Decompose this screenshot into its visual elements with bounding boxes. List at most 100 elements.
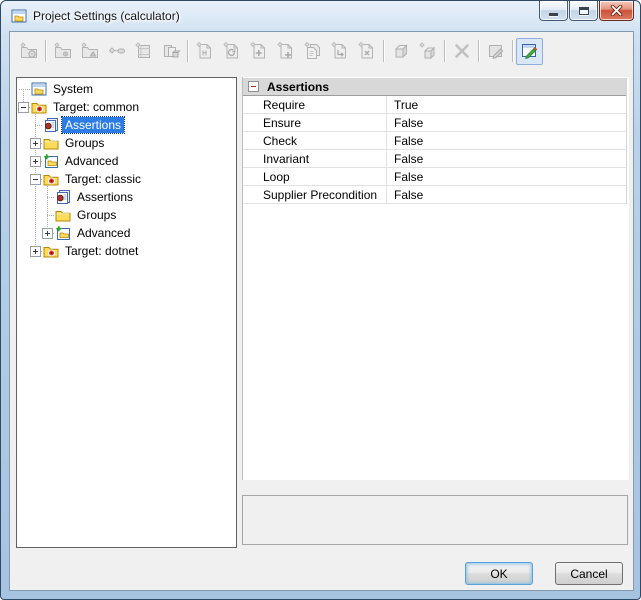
property-value[interactable]: False	[387, 168, 626, 185]
toolbar-divider	[187, 40, 188, 62]
property-name: Invariant	[243, 150, 387, 167]
tree-item-label: Groups	[62, 135, 107, 151]
tree-item-label: Advanced	[74, 225, 133, 241]
tree-item-system[interactable]: System	[17, 80, 236, 98]
property-name: Require	[243, 96, 387, 113]
section-title: Assertions	[267, 80, 329, 94]
document-insert-icon[interactable]	[272, 38, 299, 65]
tree-item-target-classic[interactable]: Target: classic	[17, 170, 236, 188]
tree-item-advanced-classic[interactable]: Advanced	[17, 224, 236, 242]
folder-media-icon[interactable]	[76, 38, 103, 65]
tree-item-target-common[interactable]: Target: common	[17, 98, 236, 116]
document-h-icon[interactable]	[191, 38, 218, 65]
window-icon	[11, 8, 27, 24]
system-icon	[31, 81, 47, 97]
property-value[interactable]: False	[387, 150, 626, 167]
document-remove-icon[interactable]	[353, 38, 380, 65]
tree-item-groups-classic[interactable]: Groups	[17, 206, 236, 224]
expand-expander[interactable]	[30, 156, 41, 167]
property-name: Ensure	[243, 114, 387, 131]
tree-item-label: Assertions	[62, 117, 124, 133]
tree-item-assertions-classic[interactable]: Assertions	[17, 188, 236, 206]
target-folder-icon	[31, 99, 47, 115]
folder-add-icon[interactable]	[49, 38, 76, 65]
maximize-icon	[579, 7, 589, 15]
collapse-expander[interactable]	[30, 174, 41, 185]
titlebar[interactable]: Project Settings (calculator)	[1, 1, 640, 31]
maximize-button[interactable]	[569, 1, 598, 21]
property-value[interactable]: True	[387, 96, 626, 113]
window-title: Project Settings (calculator)	[33, 9, 180, 23]
tree-item-label: System	[50, 81, 96, 97]
advanced-icon	[43, 153, 59, 169]
property-row[interactable]: Check False	[243, 132, 626, 150]
document-refresh-icon[interactable]	[218, 38, 245, 65]
ok-button-label: OK	[490, 567, 507, 581]
libraries-cube-icon[interactable]	[157, 38, 184, 65]
ok-button[interactable]: OK	[465, 562, 533, 585]
minimize-icon	[549, 13, 558, 16]
folder-icon	[43, 135, 59, 151]
toolbar-divider	[478, 40, 479, 62]
assertions-icon	[43, 117, 59, 133]
tree-item-label: Target: common	[50, 99, 142, 115]
document-import-icon[interactable]	[326, 38, 353, 65]
document-add-icon[interactable]	[245, 38, 272, 65]
property-grid: Assertions Require True Ensure False Che…	[243, 78, 627, 204]
tree-item-label: Assertions	[74, 189, 136, 205]
property-row[interactable]: Require True	[243, 96, 626, 114]
cluster-cube-icon[interactable]	[387, 38, 414, 65]
toolbar-divider	[45, 40, 46, 62]
folder-icon	[55, 207, 71, 223]
property-row[interactable]: Loop False	[243, 168, 626, 186]
settings-tree[interactable]: System Target: common Assertions Groups	[16, 77, 237, 548]
property-row[interactable]: Invariant False	[243, 150, 626, 168]
tree-item-label: Advanced	[62, 153, 121, 169]
dialog-client-area: System Target: common Assertions Groups	[9, 31, 634, 591]
toolbar-divider	[383, 40, 384, 62]
tree-item-target-dotnet[interactable]: Target: dotnet	[17, 242, 236, 260]
cancel-button-label: Cancel	[570, 567, 607, 581]
property-row[interactable]: Supplier Precondition False	[243, 186, 626, 204]
tree-item-advanced-common[interactable]: Advanced	[17, 152, 236, 170]
expand-expander[interactable]	[30, 246, 41, 257]
toolbar-divider	[512, 40, 513, 62]
close-button[interactable]	[599, 1, 634, 21]
library-icon[interactable]	[130, 38, 157, 65]
toolbar	[10, 32, 633, 70]
minimize-button[interactable]	[539, 1, 568, 21]
property-section-header[interactable]: Assertions	[243, 78, 626, 96]
expand-expander[interactable]	[42, 228, 53, 239]
section-collapse-expander[interactable]	[248, 81, 259, 92]
tree-item-groups-common[interactable]: Groups	[17, 134, 236, 152]
link-target-icon[interactable]	[103, 38, 130, 65]
apply-edit-gray-icon[interactable]	[482, 38, 509, 65]
tree-item-label: Groups	[74, 207, 119, 223]
cancel-button[interactable]: Cancel	[555, 562, 623, 585]
property-value[interactable]: False	[387, 114, 626, 131]
edit-settings-pencil-icon[interactable]	[516, 38, 543, 65]
property-name: Check	[243, 132, 387, 149]
toolbar-divider	[444, 40, 445, 62]
advanced-icon	[55, 225, 71, 241]
folder-disc-icon[interactable]	[15, 38, 42, 65]
assertions-icon	[55, 189, 71, 205]
property-value[interactable]: False	[387, 132, 626, 149]
cluster-cube-add-icon[interactable]	[414, 38, 441, 65]
target-folder-icon	[43, 171, 59, 187]
collapse-expander[interactable]	[18, 102, 29, 113]
expand-expander[interactable]	[30, 138, 41, 149]
description-panel	[242, 495, 628, 545]
documents-copy-icon[interactable]	[299, 38, 326, 65]
project-settings-window: Project Settings (calculator)	[0, 0, 641, 600]
target-folder-icon	[43, 243, 59, 259]
property-value[interactable]: False	[387, 186, 626, 203]
tree-item-assertions-common[interactable]: Assertions	[17, 116, 236, 134]
property-row[interactable]: Ensure False	[243, 114, 626, 132]
close-icon	[610, 5, 623, 16]
property-name: Loop	[243, 168, 387, 185]
delete-x-icon[interactable]	[448, 38, 475, 65]
tree-item-label: Target: dotnet	[62, 243, 141, 259]
property-panel: Assertions Require True Ensure False Che…	[242, 77, 629, 480]
tree-item-label: Target: classic	[62, 171, 144, 187]
